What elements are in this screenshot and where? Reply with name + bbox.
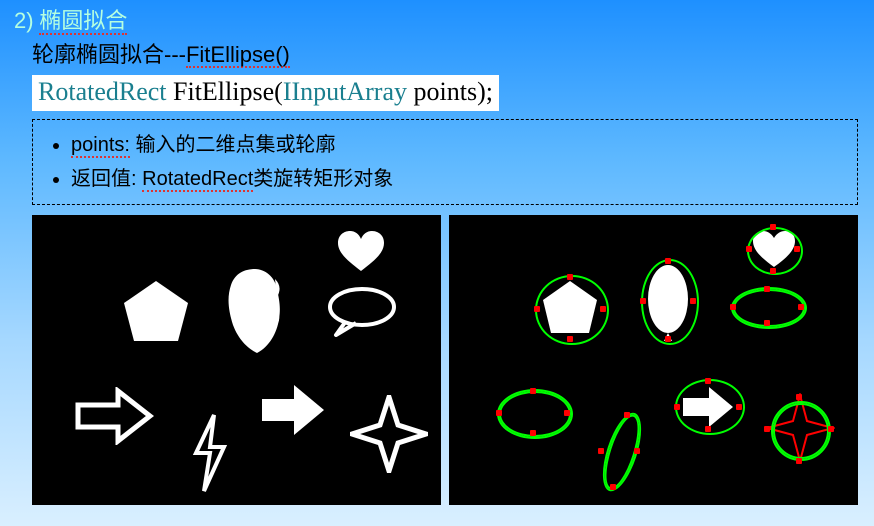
marker-icon <box>828 426 834 432</box>
marker-icon <box>705 426 711 432</box>
function-signature: RotatedRect FitEllipse(IInputArray point… <box>32 75 499 111</box>
subtitle: 轮廓椭圆拟合---FitEllipse() <box>32 37 864 69</box>
image-panels <box>32 215 858 505</box>
sig-param-name: points <box>414 77 478 106</box>
marker-icon <box>764 320 770 326</box>
marker-icon <box>564 410 570 416</box>
marker-icon <box>796 458 802 464</box>
marker-icon <box>764 426 770 432</box>
marker-icon <box>690 298 696 304</box>
param-item: 返回值: RotatedRect类旋转矩形对象 <box>71 162 843 196</box>
parameter-box: points: 输入的二维点集或轮廓 返回值: RotatedRect类旋转矩形… <box>32 119 858 205</box>
marker-icon <box>534 306 540 312</box>
param-item: points: 输入的二维点集或轮廓 <box>71 128 843 162</box>
marker-icon <box>530 388 536 394</box>
marker-icon <box>610 484 616 490</box>
marker-icon <box>634 448 640 454</box>
marker-icon <box>730 304 736 310</box>
marker-icon <box>794 246 800 252</box>
marker-icon <box>496 410 502 416</box>
sig-open: ( <box>274 77 283 106</box>
four-point-star-icon <box>350 395 428 473</box>
sig-param-type: IInputArray <box>283 77 407 106</box>
marker-icon <box>600 306 606 312</box>
fit-ellipse <box>771 401 831 461</box>
marker-icon <box>674 404 680 410</box>
param2-desc: 类旋转矩形对象 <box>253 168 393 190</box>
heart-icon <box>336 229 386 273</box>
param2-type: RotatedRect <box>142 169 253 192</box>
subtitle-func: FitEllipse() <box>186 43 290 68</box>
marker-icon <box>798 304 804 310</box>
section-title: 椭圆拟合 <box>39 9 127 35</box>
marker-icon <box>598 448 604 454</box>
marker-icon <box>764 286 770 292</box>
marker-icon <box>624 412 630 418</box>
marker-icon <box>567 274 573 280</box>
arrow-outline-icon <box>74 387 154 445</box>
pentagon-icon <box>122 281 190 343</box>
marker-icon <box>640 298 646 304</box>
marker-icon <box>746 246 752 252</box>
marker-icon <box>736 404 742 410</box>
sig-close: ); <box>477 77 493 106</box>
marker-icon <box>530 430 536 436</box>
panel-original <box>32 215 441 505</box>
marker-icon <box>796 394 802 400</box>
sig-return-type: RotatedRect <box>38 77 167 106</box>
fit-ellipse <box>535 275 609 345</box>
section-heading: 2) 椭圆拟合 <box>14 8 864 35</box>
marker-icon <box>665 336 671 342</box>
panel-fitted <box>449 215 858 505</box>
param2-name: 返回值: <box>71 168 137 190</box>
blob-icon <box>227 267 283 355</box>
marker-icon <box>705 378 711 384</box>
marker-icon <box>665 258 671 264</box>
section-number: 2) <box>14 8 34 33</box>
subtitle-prefix: 轮廓椭圆拟合--- <box>32 42 186 67</box>
param1-desc: 输入的二维点集或轮廓 <box>136 134 336 156</box>
lightning-icon <box>190 413 230 493</box>
marker-icon <box>770 268 776 274</box>
marker-icon <box>567 336 573 342</box>
arrow-filled-icon <box>260 383 326 437</box>
param1-name: points: <box>71 135 130 158</box>
marker-icon <box>770 224 776 230</box>
sig-func-name: FitEllipse <box>173 77 274 106</box>
speech-bubble-icon <box>326 285 398 337</box>
